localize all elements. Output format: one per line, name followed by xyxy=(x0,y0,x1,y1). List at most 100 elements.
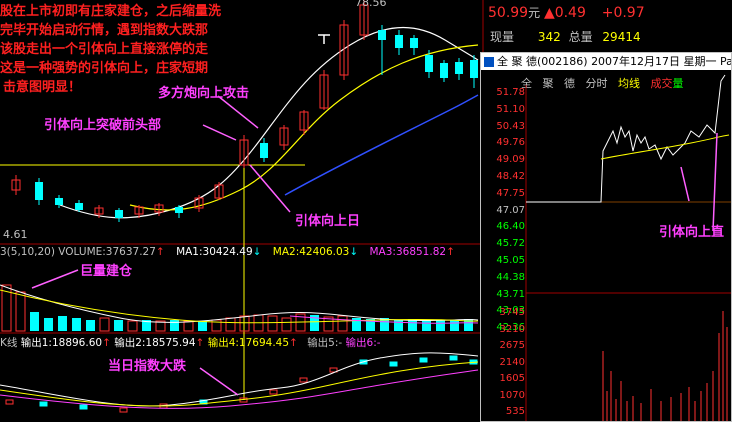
popup-price-tick: 50.43 xyxy=(496,120,525,132)
volume-bar xyxy=(86,320,95,331)
volume-bar xyxy=(225,317,236,332)
candle-body xyxy=(378,30,386,40)
kline-chart-window: 股在上市初即有庄家建仓，之后缩量洗 完毕开始启动行情，遇到指数大跌那 该股走出一… xyxy=(0,0,732,422)
volume-ma3: MA3:36851.82 xyxy=(369,246,447,258)
popup-price-tick: 47.75 xyxy=(496,187,525,199)
volume-ma2: MA2:42406.03 xyxy=(272,246,350,258)
low-price-label: 4.61 xyxy=(3,228,28,241)
quote-price-row: 50.99元 ▲0.49 +0.97 xyxy=(488,4,645,21)
total-volume-label: 总量 xyxy=(568,30,593,44)
popup-volume-bars xyxy=(602,311,728,421)
candle-body xyxy=(75,203,83,210)
volume-params: 3(5,10,20) xyxy=(0,246,55,258)
volume-bar xyxy=(30,312,39,331)
volume-bar xyxy=(337,315,348,332)
indicator-candle xyxy=(449,355,458,361)
volume-bar xyxy=(394,320,403,331)
vol-ma-white xyxy=(0,284,479,323)
popup-avg-line xyxy=(600,134,730,160)
popup-price-tick: 51.10 xyxy=(496,103,525,115)
popup-volume-tick: 535 xyxy=(505,406,525,417)
ind-line-white xyxy=(0,352,479,407)
annotation-index-drop: 当日指数大跌 xyxy=(108,359,187,374)
cursor-marker-icon xyxy=(318,34,330,44)
popup-price-tick: 49.09 xyxy=(496,154,525,166)
popup-price-tick: 47.07 xyxy=(496,204,525,216)
popup-volume-tick: 1070 xyxy=(499,389,525,401)
popup-price-line xyxy=(526,74,726,203)
popup-price-tick: 43.71 xyxy=(496,288,525,300)
price-unit: 元 xyxy=(528,6,541,20)
volume-bar xyxy=(198,321,207,331)
popup-price-tick: 49.76 xyxy=(496,137,525,149)
indicator-candle xyxy=(269,389,278,395)
line-out5: 输出5:- xyxy=(307,337,343,349)
current-volume: 342 xyxy=(537,30,561,44)
volume-bar xyxy=(436,320,445,331)
popup-volume-tick: 3210 xyxy=(499,323,525,335)
line-out2: 输出2:18575.94 xyxy=(114,337,196,349)
candle-body xyxy=(55,198,63,205)
indicator-candle xyxy=(419,357,428,363)
volume-bar xyxy=(281,317,292,332)
line-out6: 输出6:- xyxy=(345,337,381,349)
note-line-2: 完毕开始启动行情，遇到指数大跌那 xyxy=(0,23,209,38)
popup-price-tick: 46.40 xyxy=(496,221,525,233)
popup-price-tick: 45.05 xyxy=(496,255,525,266)
volume-bar xyxy=(127,320,138,332)
volume-bar xyxy=(114,320,123,331)
candle-body xyxy=(115,210,123,218)
ma-blue-curve xyxy=(284,94,479,196)
volume-bar xyxy=(170,320,179,331)
note-line-1: 股在上市初即有庄家建仓，之后缩量洗 xyxy=(0,4,222,19)
volume-bar-group xyxy=(1,284,473,332)
volume-ma1: MA1:30424.49 xyxy=(176,246,253,258)
candle-body xyxy=(395,35,403,48)
quote-volume-row: 现量 342 总量 29414 xyxy=(490,28,641,45)
popup-price-tick: 45.72 xyxy=(496,238,525,250)
candle-body xyxy=(410,38,418,48)
volume-bar xyxy=(99,317,110,332)
high-price-label: 78.56 xyxy=(355,0,387,9)
popup-title-bar[interactable]: 全 聚 德(002186) 2007年12月17日 星期一 Page xyxy=(481,53,731,70)
current-volume-label: 现量 xyxy=(490,30,515,44)
popup-annotation-arrows xyxy=(680,132,718,232)
indicator-candle xyxy=(79,404,88,410)
indicator-candle xyxy=(299,377,308,383)
indicator-candle xyxy=(39,401,48,407)
annotation-breakout: 引体向上突破前头部 xyxy=(44,118,162,133)
ind-line-yellow xyxy=(0,361,479,407)
popup-price-tick: 48.42 xyxy=(496,171,525,182)
indicator-candle xyxy=(119,407,128,413)
price-change: ▲0.49 xyxy=(543,5,586,21)
popup-volume-tick: 2140 xyxy=(499,356,525,368)
volume-bar xyxy=(267,315,278,332)
annotation-attack: 多方炮向上攻击 xyxy=(158,86,250,101)
ind-line-magenta xyxy=(0,369,479,409)
note-line-4: 这是一种强势的引体向上，庄家短期 xyxy=(0,61,209,76)
total-volume: 29414 xyxy=(602,30,641,44)
popup-annotation: 引体向上直 xyxy=(659,225,725,240)
line-indicator-prefix: K线 xyxy=(0,337,18,349)
volume-bar xyxy=(72,318,81,331)
annotation-volume-build: 巨量建仓 xyxy=(80,264,133,279)
last-price: 50.99 xyxy=(488,5,529,21)
popup-window-icon xyxy=(484,57,494,67)
annotation-pullup-day: 引体向上日 xyxy=(295,214,361,229)
candle-body xyxy=(35,182,43,200)
volume-indicator-header: 3(5,10,20) VOLUME:37637.27↑ MA1:30424.49… xyxy=(0,246,455,258)
candle-body xyxy=(175,207,183,213)
volume-value: VOLUME:37637.27 xyxy=(58,246,156,258)
candle-body xyxy=(425,55,433,72)
line-indicator-header: K线 输出1:18896.60↑ 输出2:18575.94↑ 输出4:17694… xyxy=(0,337,381,349)
candle-body xyxy=(470,60,478,78)
popup-price-tick: 51.78 xyxy=(496,87,525,98)
intraday-popup-window[interactable]: 全 聚 德(002186) 2007年12月17日 星期一 Page 全 聚 德… xyxy=(480,52,732,422)
popup-volume-tick: 1605 xyxy=(499,373,525,384)
popup-title: 全 聚 德(002186) 2007年12月17日 星期一 Page xyxy=(497,55,731,68)
volume-bar xyxy=(15,291,26,332)
indicator-candle xyxy=(389,361,398,367)
candle-body xyxy=(440,63,448,78)
volume-bar xyxy=(422,320,431,331)
candle-body xyxy=(260,143,268,158)
